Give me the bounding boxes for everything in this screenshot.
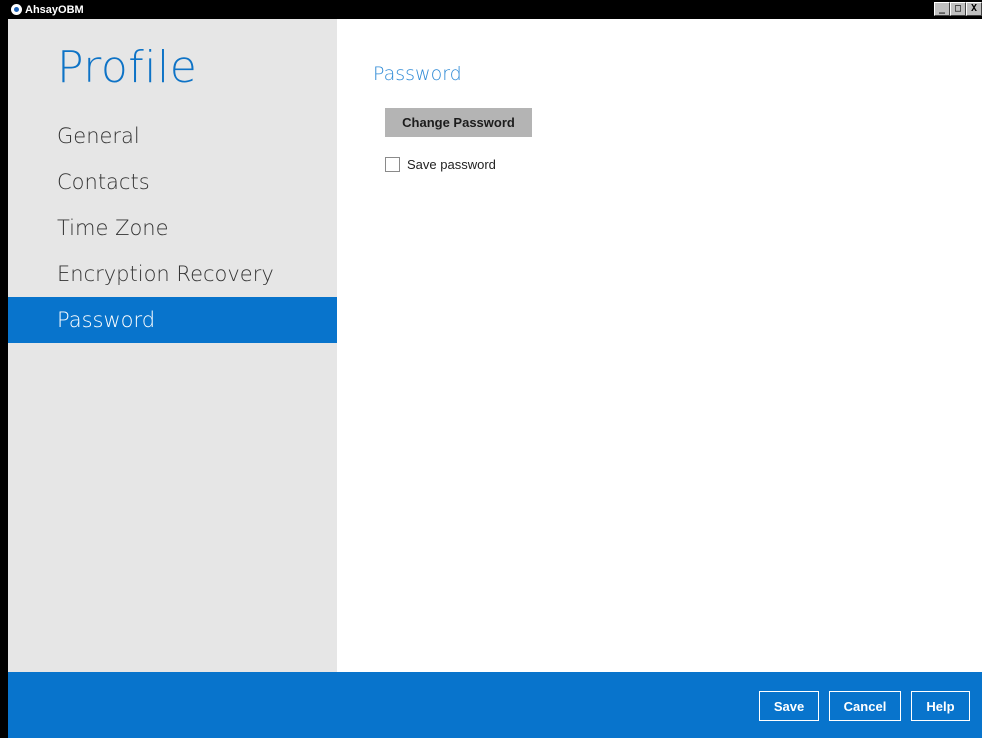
main-panel: Password Change Password Save password xyxy=(337,19,982,672)
section-title: Password xyxy=(373,63,462,85)
sidebar-item-time-zone[interactable]: Time Zone xyxy=(8,205,337,251)
sidebar-item-contacts[interactable]: Contacts xyxy=(8,159,337,205)
save-button[interactable]: Save xyxy=(759,691,819,721)
help-button[interactable]: Help xyxy=(911,691,970,721)
sidebar-item-password[interactable]: Password xyxy=(8,297,337,343)
minimize-button[interactable]: _ xyxy=(934,2,950,16)
title-bar: AhsayOBM _ □ X xyxy=(8,0,982,19)
footer-bar: Save Cancel Help xyxy=(8,672,982,738)
save-password-option[interactable]: Save password xyxy=(385,157,496,172)
window-title: AhsayOBM xyxy=(25,3,84,16)
close-button[interactable]: X xyxy=(966,2,982,16)
cancel-button[interactable]: Cancel xyxy=(829,691,901,721)
save-password-checkbox[interactable] xyxy=(385,157,400,172)
app-window: AhsayOBM _ □ X Profile General Contacts … xyxy=(0,0,982,738)
maximize-button[interactable]: □ xyxy=(950,2,966,16)
change-password-button[interactable]: Change Password xyxy=(385,108,532,137)
window-controls: _ □ X xyxy=(934,2,982,16)
save-password-label[interactable]: Save password xyxy=(407,157,496,172)
page-title: Profile xyxy=(57,42,198,93)
sidebar: Profile General Contacts Time Zone Encry… xyxy=(8,19,337,672)
ahsay-logo-icon xyxy=(11,4,22,15)
sidebar-item-encryption-recovery[interactable]: Encryption Recovery xyxy=(8,251,337,297)
sidebar-item-general[interactable]: General xyxy=(8,113,337,159)
